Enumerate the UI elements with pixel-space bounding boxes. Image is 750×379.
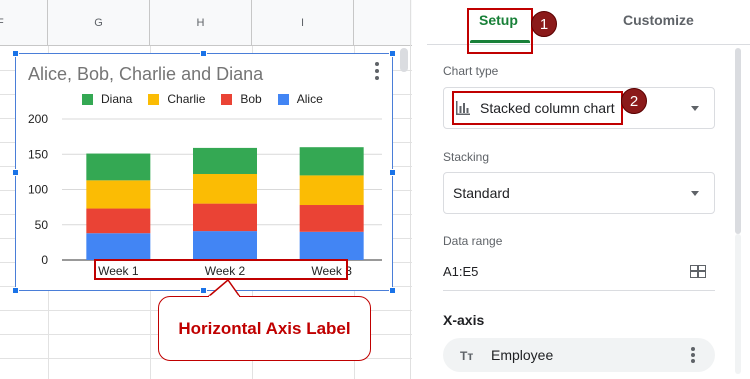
xaxis-value: Employee <box>491 347 554 363</box>
stacking-value: Standard <box>453 185 510 201</box>
bar-segment-diana <box>86 153 151 181</box>
bar-segment-charlie <box>86 180 151 209</box>
bar-segment-bob <box>299 205 364 232</box>
stacking-select[interactable]: Standard <box>443 172 715 214</box>
y-tick-label: 100 <box>28 183 48 197</box>
column-header-row: F G H I <box>0 0 412 46</box>
chevron-down-icon <box>691 106 699 111</box>
data-range-value[interactable]: A1:E5 <box>443 264 478 279</box>
tab-customize[interactable]: Customize <box>623 12 694 28</box>
xaxis-title: X-axis <box>443 312 485 328</box>
bar-segment-alice <box>299 231 364 260</box>
chart-object[interactable]: Alice, Bob, Charlie and Diana Diana Charl… <box>15 53 393 291</box>
bar-segment-diana <box>299 147 364 176</box>
chart-type-highlight <box>452 91 623 125</box>
resize-handle-n[interactable] <box>200 50 207 57</box>
resize-handle-e[interactable] <box>389 169 396 176</box>
bar-segment-bob <box>86 208 151 234</box>
y-tick-label: 50 <box>35 218 49 232</box>
app-root: F G H I Alice, Bob, Charlie and Diana Di… <box>0 0 750 379</box>
resize-handle-sw[interactable] <box>12 287 19 294</box>
resize-handle-nw[interactable] <box>12 50 19 57</box>
bar-segment-bob <box>193 203 257 232</box>
column-header-i[interactable]: I <box>252 0 354 46</box>
axis-label-highlight <box>94 259 348 280</box>
step-badge-2: 2 <box>621 88 647 114</box>
column-header-g[interactable]: G <box>48 0 150 46</box>
text-type-icon: Tт <box>460 349 474 363</box>
xaxis-series-chip[interactable]: Tт Employee <box>443 338 715 372</box>
resize-handle-ne[interactable] <box>389 50 396 57</box>
bar-segment-charlie <box>193 173 257 204</box>
y-tick-label: 0 <box>41 253 48 267</box>
annotation-bubble: Horizontal Axis Label <box>158 296 371 361</box>
annotation-text: Horizontal Axis Label <box>178 318 351 338</box>
bar-segment-diana <box>193 147 257 174</box>
bar-segment-alice <box>193 231 257 260</box>
chart-plot: 050100150200Week 1 Week 2 Week 3 <box>28 112 382 278</box>
column-header-h[interactable]: H <box>150 0 252 46</box>
chart-type-label: Chart type <box>443 64 499 78</box>
chart-editor-panel: Setup Customize 1 Chart type Stacked col… <box>427 0 750 379</box>
panel-scrollbar-thumb[interactable] <box>735 48 741 234</box>
bar-segment-alice <box>86 233 151 260</box>
setup-tab-highlight <box>467 8 533 54</box>
bar-segment-charlie <box>299 175 364 206</box>
data-range-label: Data range <box>443 234 503 248</box>
step-badge-1: 1 <box>531 11 557 37</box>
resize-handle-s[interactable] <box>200 287 207 294</box>
column-header-f[interactable]: F <box>0 0 48 46</box>
resize-handle-se[interactable] <box>389 287 396 294</box>
stacking-label: Stacking <box>443 150 490 164</box>
resize-handle-w[interactable] <box>12 169 19 176</box>
data-range-underline <box>443 290 715 291</box>
sheet-scrollbar[interactable] <box>400 48 408 72</box>
panel-scrollbar-track[interactable] <box>735 234 741 374</box>
grid-select-icon[interactable] <box>690 265 706 278</box>
y-tick-label: 200 <box>28 112 48 126</box>
more-vert-icon[interactable] <box>691 347 695 363</box>
y-tick-label: 150 <box>28 147 48 161</box>
panel-divider <box>410 0 411 379</box>
chevron-down-icon <box>691 191 699 196</box>
